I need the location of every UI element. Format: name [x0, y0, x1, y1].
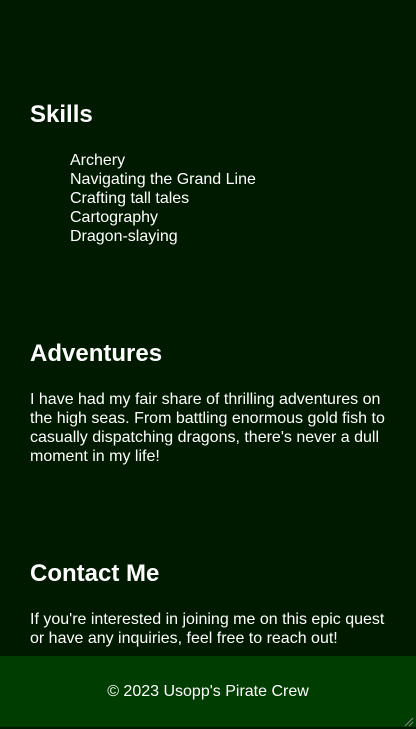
skill-item: Navigating the Grand Line [70, 171, 256, 188]
adventures-text: I have had my fair share of thrilling ad… [30, 391, 385, 465]
skills-heading: Skills [30, 101, 93, 128]
page-footer: © 2023 Usopp's Pirate Crew [0, 656, 416, 727]
adventures-heading: Adventures [30, 340, 163, 367]
resize-grip-icon[interactable] [402, 715, 414, 727]
skill-item: Archery [70, 152, 126, 169]
page: Skills Archery Navigating the Grand Line… [0, 0, 416, 729]
contact-heading: Contact Me [30, 560, 160, 587]
skill-item: Cartography [70, 209, 159, 226]
contact-section: Contact Me If you're interested in joini… [30, 560, 390, 648]
adventures-section: Adventures I have had my fair share of t… [30, 340, 390, 466]
footer-copyright: © 2023 Usopp's Pirate Crew [107, 682, 309, 700]
skills-section: Skills Archery Navigating the Grand Line… [30, 101, 390, 246]
skill-item: Crafting tall tales [70, 190, 190, 207]
contact-text: If you're interested in joining me on th… [30, 611, 385, 647]
skill-item: Dragon-slaying [70, 228, 178, 245]
skills-list: Archery Navigating the Grand Line Crafti… [30, 151, 390, 246]
